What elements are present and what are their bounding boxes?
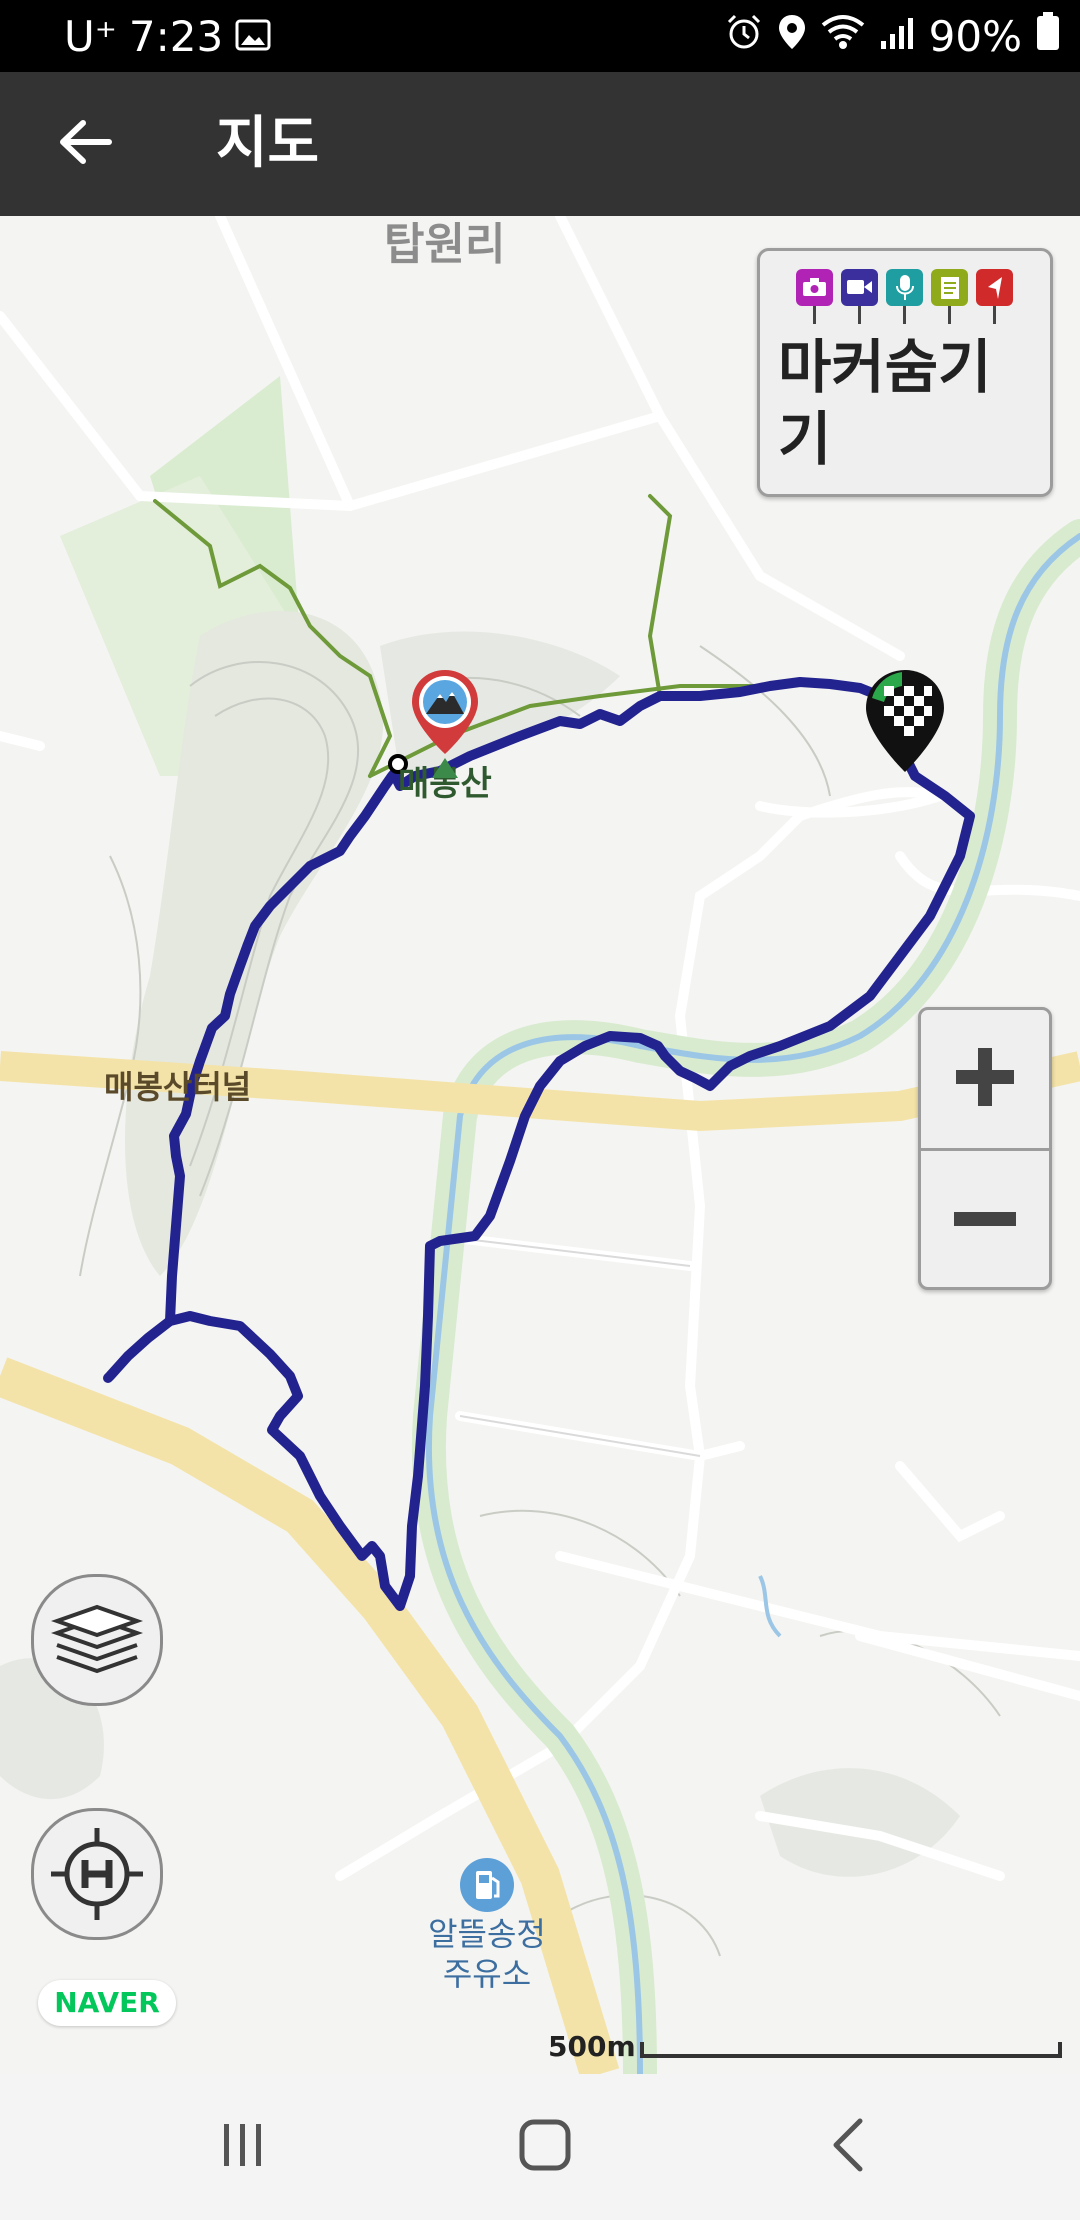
status-right: 90% [725,0,1060,72]
home-icon [517,2117,573,2177]
marker-pin-row [796,269,1013,324]
wifi-icon [821,12,865,61]
battery-icon [1036,11,1060,61]
tunnel-label: 매봉산터널 [104,1068,252,1106]
marker-hide-toggle[interactable]: 마커숨기기 [757,248,1053,497]
crosshair-h-icon [47,1824,147,1928]
recent-apps-icon [218,2120,268,2174]
alarm-icon [725,12,763,61]
recent-apps-button[interactable] [163,2074,323,2220]
checkered-flag-icon [866,670,944,772]
layer-button[interactable] [31,1574,163,1706]
scale-label: 500m [548,2030,636,2063]
gas-station-label: 알뜰송정 주유소 [422,1914,552,1994]
system-back-button[interactable] [768,2074,928,2220]
app-bar: 지도 [0,72,1080,216]
clock: 7:23 [128,11,224,61]
image-icon [235,12,271,61]
minus-icon [954,1211,1016,1230]
flag-icon [976,269,1013,324]
back-icon [828,2117,868,2177]
video-icon [841,269,878,324]
gas-station-label-line2: 주유소 [442,1955,532,1993]
microphone-icon [886,269,923,324]
naver-logo: NAVER [38,1980,176,2026]
signal-icon [879,12,915,61]
summit-pin-icon [412,670,478,778]
memo-icon [931,269,968,324]
home-button[interactable] [465,2074,625,2220]
gas-station-label-line1: 알뜰송정 [428,1915,546,1953]
marker-hide-label: 마커숨기기 [778,333,992,473]
arrow-left-icon [57,117,113,171]
system-nav-bar [0,2074,1080,2220]
battery-percent: 90% [928,11,1022,61]
locate-home-button[interactable] [31,1808,163,1940]
page-title: 지도 [216,111,320,176]
plus-icon [954,1046,1016,1112]
status-bar: U⁺ 7:23 90% [0,0,1080,72]
zoom-in-button[interactable] [921,1010,1049,1148]
zoom-out-button[interactable] [921,1151,1049,1289]
status-left: U⁺ 7:23 [64,0,271,72]
back-button[interactable] [40,108,130,180]
village-label: 탑원리 [384,219,506,270]
scale-bar [640,2042,1062,2058]
location-icon [777,12,807,61]
carrier-label: U⁺ [64,11,117,61]
camera-icon [796,269,833,324]
layers-icon [50,1599,144,1685]
zoom-control [918,1007,1052,1290]
